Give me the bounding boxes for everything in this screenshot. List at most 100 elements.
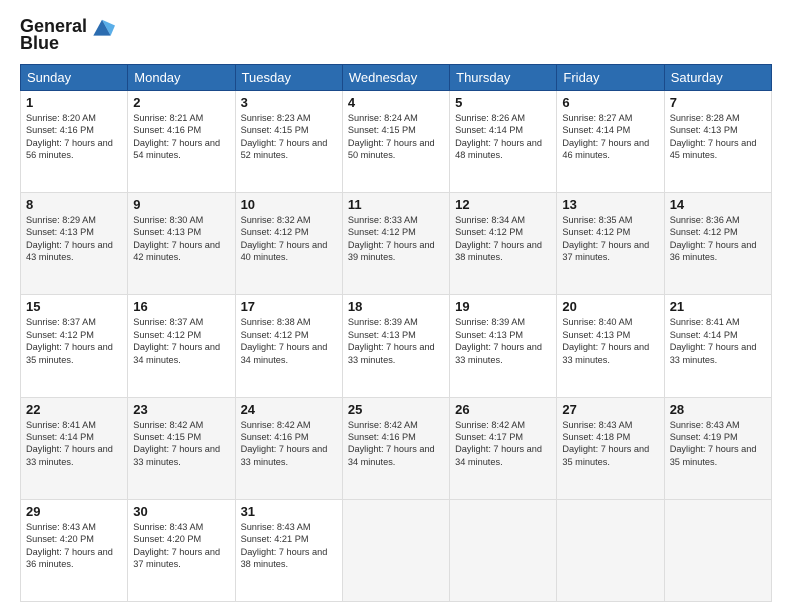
day-number: 5: [455, 95, 551, 110]
day-number: 11: [348, 197, 444, 212]
calendar-day-cell: 18 Sunrise: 8:39 AMSunset: 4:13 PMDayligh…: [342, 295, 449, 397]
day-info: Sunrise: 8:27 AMSunset: 4:14 PMDaylight:…: [562, 112, 658, 162]
calendar-week-row: 15 Sunrise: 8:37 AMSunset: 4:12 PMDayligh…: [21, 295, 772, 397]
calendar-day-cell: 24 Sunrise: 8:42 AMSunset: 4:16 PMDayligh…: [235, 397, 342, 499]
page: General Blue SundayMondayTuesdayWednesda…: [0, 0, 792, 612]
calendar-day-cell: 7 Sunrise: 8:28 AMSunset: 4:13 PMDaylight…: [664, 90, 771, 192]
day-info: Sunrise: 8:30 AMSunset: 4:13 PMDaylight:…: [133, 214, 229, 264]
day-info: Sunrise: 8:37 AMSunset: 4:12 PMDaylight:…: [133, 316, 229, 366]
calendar-day-cell: 19 Sunrise: 8:39 AMSunset: 4:13 PMDayligh…: [450, 295, 557, 397]
day-number: 16: [133, 299, 229, 314]
day-number: 12: [455, 197, 551, 212]
calendar-day-cell: 26 Sunrise: 8:42 AMSunset: 4:17 PMDayligh…: [450, 397, 557, 499]
calendar-weekday-tuesday: Tuesday: [235, 64, 342, 90]
day-info: Sunrise: 8:39 AMSunset: 4:13 PMDaylight:…: [348, 316, 444, 366]
day-info: Sunrise: 8:32 AMSunset: 4:12 PMDaylight:…: [241, 214, 337, 264]
calendar-weekday-wednesday: Wednesday: [342, 64, 449, 90]
calendar-header-row: SundayMondayTuesdayWednesdayThursdayFrid…: [21, 64, 772, 90]
day-number: 26: [455, 402, 551, 417]
day-number: 27: [562, 402, 658, 417]
day-info: Sunrise: 8:42 AMSunset: 4:16 PMDaylight:…: [241, 419, 337, 469]
day-number: 24: [241, 402, 337, 417]
calendar-day-cell: 17 Sunrise: 8:38 AMSunset: 4:12 PMDayligh…: [235, 295, 342, 397]
day-info: Sunrise: 8:35 AMSunset: 4:12 PMDaylight:…: [562, 214, 658, 264]
day-info: Sunrise: 8:41 AMSunset: 4:14 PMDaylight:…: [26, 419, 122, 469]
day-number: 8: [26, 197, 122, 212]
day-info: Sunrise: 8:26 AMSunset: 4:14 PMDaylight:…: [455, 112, 551, 162]
calendar-day-cell: 28 Sunrise: 8:43 AMSunset: 4:19 PMDayligh…: [664, 397, 771, 499]
calendar-day-cell: 14 Sunrise: 8:36 AMSunset: 4:12 PMDayligh…: [664, 193, 771, 295]
logo: General Blue: [20, 16, 117, 54]
logo-icon: [89, 16, 115, 38]
day-info: Sunrise: 8:36 AMSunset: 4:12 PMDaylight:…: [670, 214, 766, 264]
day-number: 28: [670, 402, 766, 417]
calendar-day-cell: 13 Sunrise: 8:35 AMSunset: 4:12 PMDayligh…: [557, 193, 664, 295]
day-number: 14: [670, 197, 766, 212]
calendar-day-cell: 11 Sunrise: 8:33 AMSunset: 4:12 PMDayligh…: [342, 193, 449, 295]
day-info: Sunrise: 8:43 AMSunset: 4:20 PMDaylight:…: [133, 521, 229, 571]
day-number: 10: [241, 197, 337, 212]
day-number: 20: [562, 299, 658, 314]
calendar-day-cell: 10 Sunrise: 8:32 AMSunset: 4:12 PMDayligh…: [235, 193, 342, 295]
header: General Blue: [20, 16, 772, 54]
calendar-day-cell: 9 Sunrise: 8:30 AMSunset: 4:13 PMDaylight…: [128, 193, 235, 295]
day-number: 1: [26, 95, 122, 110]
calendar-day-cell: 1Sunrise: 8:20 AMSunset: 4:16 PMDaylight…: [21, 90, 128, 192]
calendar-week-row: 22 Sunrise: 8:41 AMSunset: 4:14 PMDayligh…: [21, 397, 772, 499]
calendar-day-cell: 29Sunrise: 8:43 AMSunset: 4:20 PMDayligh…: [21, 499, 128, 601]
day-info: Sunrise: 8:29 AMSunset: 4:13 PMDaylight:…: [26, 214, 122, 264]
calendar-day-cell: 15Sunrise: 8:37 AMSunset: 4:12 PMDayligh…: [21, 295, 128, 397]
calendar-day-cell: 12 Sunrise: 8:34 AMSunset: 4:12 PMDayligh…: [450, 193, 557, 295]
day-info: Sunrise: 8:43 AMSunset: 4:21 PMDaylight:…: [241, 521, 337, 571]
calendar-week-row: 8 Sunrise: 8:29 AMSunset: 4:13 PMDaylight…: [21, 193, 772, 295]
calendar-day-cell: 16 Sunrise: 8:37 AMSunset: 4:12 PMDayligh…: [128, 295, 235, 397]
calendar-weekday-saturday: Saturday: [664, 64, 771, 90]
day-number: 3: [241, 95, 337, 110]
day-info: Sunrise: 8:42 AMSunset: 4:17 PMDaylight:…: [455, 419, 551, 469]
calendar-day-cell: 5 Sunrise: 8:26 AMSunset: 4:14 PMDaylight…: [450, 90, 557, 192]
calendar-day-cell: [557, 499, 664, 601]
day-info: Sunrise: 8:28 AMSunset: 4:13 PMDaylight:…: [670, 112, 766, 162]
day-info: Sunrise: 8:42 AMSunset: 4:15 PMDaylight:…: [133, 419, 229, 469]
day-info: Sunrise: 8:39 AMSunset: 4:13 PMDaylight:…: [455, 316, 551, 366]
calendar-day-cell: 21Sunrise: 8:41 AMSunset: 4:14 PMDayligh…: [664, 295, 771, 397]
calendar-day-cell: 27Sunrise: 8:43 AMSunset: 4:18 PMDayligh…: [557, 397, 664, 499]
calendar-day-cell: 31 Sunrise: 8:43 AMSunset: 4:21 PMDayligh…: [235, 499, 342, 601]
calendar-table: SundayMondayTuesdayWednesdayThursdayFrid…: [20, 64, 772, 602]
calendar-day-cell: 23 Sunrise: 8:42 AMSunset: 4:15 PMDayligh…: [128, 397, 235, 499]
day-info: Sunrise: 8:24 AMSunset: 4:15 PMDaylight:…: [348, 112, 444, 162]
day-info: Sunrise: 8:42 AMSunset: 4:16 PMDaylight:…: [348, 419, 444, 469]
day-number: 31: [241, 504, 337, 519]
day-number: 13: [562, 197, 658, 212]
calendar-day-cell: [664, 499, 771, 601]
calendar-weekday-thursday: Thursday: [450, 64, 557, 90]
calendar-weekday-friday: Friday: [557, 64, 664, 90]
day-number: 7: [670, 95, 766, 110]
day-number: 21: [670, 299, 766, 314]
day-number: 17: [241, 299, 337, 314]
day-info: Sunrise: 8:33 AMSunset: 4:12 PMDaylight:…: [348, 214, 444, 264]
calendar-day-cell: 30Sunrise: 8:43 AMSunset: 4:20 PMDayligh…: [128, 499, 235, 601]
day-number: 6: [562, 95, 658, 110]
day-number: 22: [26, 402, 122, 417]
calendar-day-cell: 6 Sunrise: 8:27 AMSunset: 4:14 PMDaylight…: [557, 90, 664, 192]
day-info: Sunrise: 8:38 AMSunset: 4:12 PMDaylight:…: [241, 316, 337, 366]
day-number: 9: [133, 197, 229, 212]
calendar-week-row: 1Sunrise: 8:20 AMSunset: 4:16 PMDaylight…: [21, 90, 772, 192]
calendar-week-row: 29Sunrise: 8:43 AMSunset: 4:20 PMDayligh…: [21, 499, 772, 601]
day-info: Sunrise: 8:43 AMSunset: 4:20 PMDaylight:…: [26, 521, 122, 571]
day-number: 25: [348, 402, 444, 417]
calendar-day-cell: 8 Sunrise: 8:29 AMSunset: 4:13 PMDaylight…: [21, 193, 128, 295]
calendar-day-cell: [450, 499, 557, 601]
day-number: 4: [348, 95, 444, 110]
calendar-day-cell: [342, 499, 449, 601]
calendar-day-cell: 4 Sunrise: 8:24 AMSunset: 4:15 PMDaylight…: [342, 90, 449, 192]
calendar-day-cell: 2Sunrise: 8:21 AMSunset: 4:16 PMDaylight…: [128, 90, 235, 192]
day-number: 23: [133, 402, 229, 417]
day-number: 18: [348, 299, 444, 314]
day-info: Sunrise: 8:43 AMSunset: 4:19 PMDaylight:…: [670, 419, 766, 469]
day-number: 19: [455, 299, 551, 314]
calendar-weekday-sunday: Sunday: [21, 64, 128, 90]
day-number: 15: [26, 299, 122, 314]
day-info: Sunrise: 8:34 AMSunset: 4:12 PMDaylight:…: [455, 214, 551, 264]
